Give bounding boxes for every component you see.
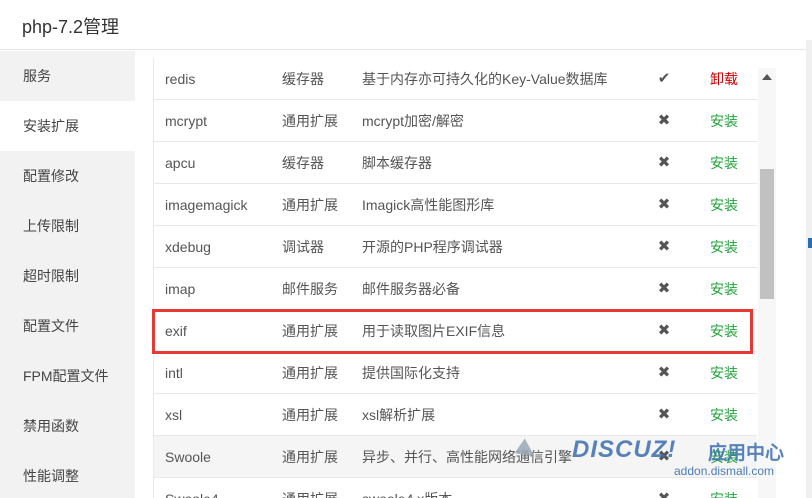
cross-icon: ✖ <box>657 112 671 129</box>
extension-type: 通用扩展 <box>282 478 357 498</box>
install-button[interactable]: 安装 <box>694 352 754 394</box>
extension-type: 通用扩展 <box>282 365 338 381</box>
table-row: imap 邮件服务 邮件服务器必备 ✖ 安装 <box>153 268 757 310</box>
extension-name: exif <box>165 323 187 339</box>
extension-description: 提供国际化支持 <box>362 365 460 381</box>
extension-description: xsl解析扩展 <box>362 407 436 423</box>
sidebar-item-upload-limit[interactable]: 上传限制 <box>0 201 135 251</box>
extension-name: xdebug <box>165 239 211 255</box>
scroll-up-arrow-icon[interactable] <box>762 74 772 80</box>
install-button[interactable]: 安装 <box>694 226 754 268</box>
table-row: mcrypt 通用扩展 mcrypt加密/解密 ✖ 安装 <box>153 100 757 142</box>
window-title: php-7.2管理 <box>22 17 120 37</box>
table-row: imagemagick 通用扩展 Imagick高性能图形库 ✖ 安装 <box>153 184 757 226</box>
extension-type: 通用扩展 <box>282 197 338 213</box>
cross-icon: ✖ <box>657 448 671 465</box>
table-row: apcu 缓存器 脚本缓存器 ✖ 安装 <box>153 142 757 184</box>
extension-description: swoole4.x版本 <box>362 478 642 498</box>
extension-type: 缓存器 <box>282 155 324 171</box>
install-button[interactable]: 安装 <box>694 268 754 310</box>
cross-icon: ✖ <box>657 238 671 255</box>
background-window-marker <box>808 238 812 248</box>
install-button[interactable]: 安装 <box>694 310 754 352</box>
table-row: Swoole4 通用扩展 swoole4.x版本 ✖ 安装 <box>153 478 757 498</box>
extension-description: 开源的PHP程序调试器 <box>362 239 503 255</box>
extension-description: Imagick高性能图形库 <box>362 197 495 213</box>
background-window-edge <box>806 40 812 498</box>
uninstall-button[interactable]: 卸载 <box>694 58 754 100</box>
cross-icon: ✖ <box>657 364 671 381</box>
extension-name: intl <box>165 365 183 381</box>
cross-icon: ✖ <box>657 406 671 423</box>
extension-type: 通用扩展 <box>282 449 338 465</box>
install-button[interactable]: 安装 <box>694 394 754 436</box>
sidebar: 服务 安装扩展 配置修改 上传限制 超时限制 配置文件 FPM配置文件 禁用函数… <box>0 51 135 498</box>
extension-name: apcu <box>165 155 196 171</box>
sidebar-item-install-extensions[interactable]: 安装扩展 <box>0 101 135 151</box>
install-button[interactable]: 安装 <box>694 478 754 498</box>
extension-type: 通用扩展 <box>282 323 338 339</box>
sidebar-item-timeout-limit[interactable]: 超时限制 <box>0 251 135 301</box>
sidebar-item-disabled-functions[interactable]: 禁用函数 <box>0 401 135 451</box>
vertical-scrollbar[interactable] <box>758 68 776 498</box>
table-row: xsl 通用扩展 xsl解析扩展 ✖ 安装 <box>153 394 757 436</box>
extension-name: redis <box>165 71 196 87</box>
install-button[interactable]: 安装 <box>694 100 754 142</box>
extension-description: 脚本缓存器 <box>362 155 432 171</box>
table-row: intl 通用扩展 提供国际化支持 ✖ 安装 <box>153 352 757 394</box>
extension-type: 缓存器 <box>282 71 324 87</box>
extension-name: mcrypt <box>165 113 207 129</box>
extension-name: Swoole <box>165 449 211 465</box>
extension-type: 邮件服务 <box>282 281 338 297</box>
extension-type: 调试器 <box>282 239 324 255</box>
cross-icon: ✖ <box>654 478 674 498</box>
extension-name: xsl <box>165 407 183 423</box>
extension-description: mcrypt加密/解密 <box>362 113 464 129</box>
install-button[interactable]: 安装 <box>694 436 754 478</box>
install-button[interactable]: 安装 <box>694 142 754 184</box>
extension-description: 基于内存亦可持久化的Key-Value数据库 <box>362 71 608 87</box>
extension-description: 邮件服务器必备 <box>362 281 460 297</box>
extension-name: Swoole4 <box>165 478 280 498</box>
extension-name: imap <box>165 281 196 297</box>
sidebar-item-config-file[interactable]: 配置文件 <box>0 301 135 351</box>
table-row: redis 缓存器 基于内存亦可持久化的Key-Value数据库 ✔ 卸载 <box>153 58 757 100</box>
extension-type: 通用扩展 <box>282 113 338 129</box>
check-icon: ✔ <box>657 70 671 87</box>
table-row: exif 通用扩展 用于读取图片EXIF信息 ✖ 安装 <box>153 310 757 352</box>
sidebar-item-fpm-config-file[interactable]: FPM配置文件 <box>0 351 135 401</box>
sidebar-item-performance-tuning[interactable]: 性能调整 <box>0 451 135 498</box>
sidebar-item-config-modify[interactable]: 配置修改 <box>0 151 135 201</box>
sidebar-item-service[interactable]: 服务 <box>0 51 135 101</box>
install-button[interactable]: 安装 <box>694 184 754 226</box>
cross-icon: ✖ <box>657 196 671 213</box>
scrollbar-thumb[interactable] <box>760 169 774 299</box>
cross-icon: ✖ <box>657 280 671 297</box>
cross-icon: ✖ <box>657 154 671 171</box>
extension-description: 用于读取图片EXIF信息 <box>362 323 506 339</box>
window-title-bar: php-7.2管理 <box>0 0 812 50</box>
extension-name: imagemagick <box>165 197 248 213</box>
extension-type: 通用扩展 <box>282 407 338 423</box>
table-row: xdebug 调试器 开源的PHP程序调试器 ✖ 安装 <box>153 226 757 268</box>
extensions-table: redis 缓存器 基于内存亦可持久化的Key-Value数据库 ✔ 卸载 mc… <box>153 58 757 498</box>
extension-description: 异步、并行、高性能网络通信引擎 <box>362 449 572 465</box>
cross-icon: ✖ <box>657 322 671 339</box>
table-row: Swoole 通用扩展 异步、并行、高性能网络通信引擎 ✖ 安装 <box>153 436 757 478</box>
